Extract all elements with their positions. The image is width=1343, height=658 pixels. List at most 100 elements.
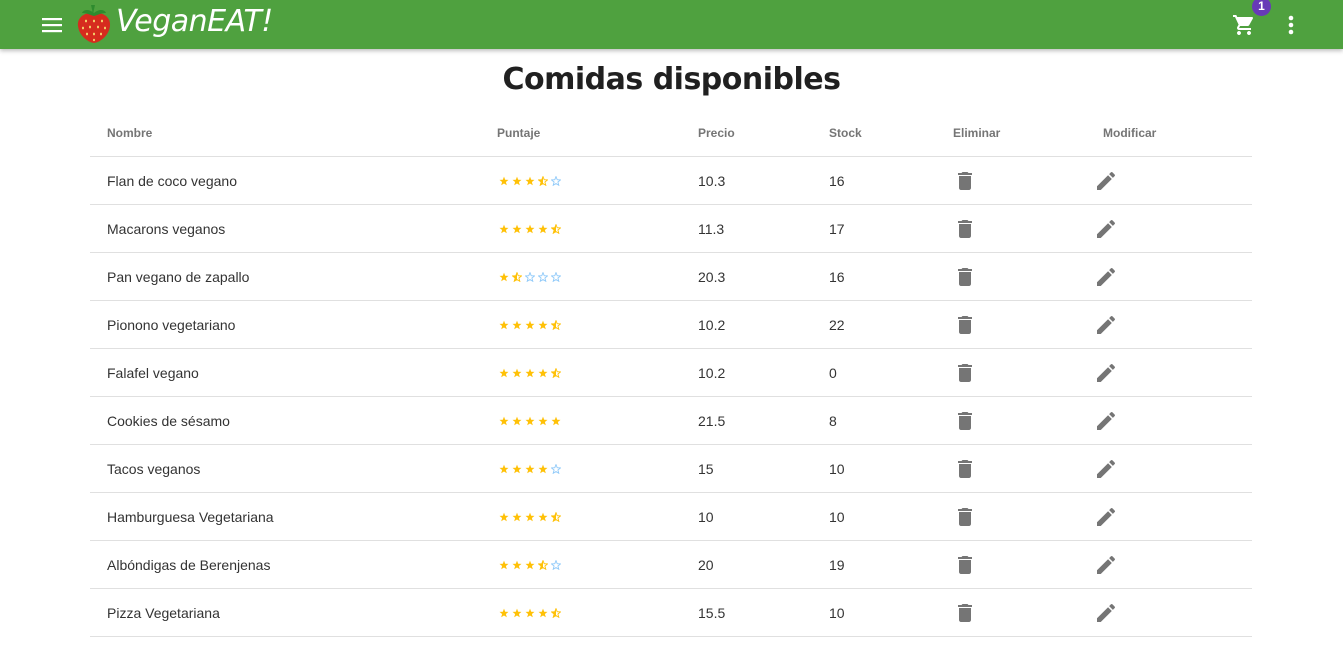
star-rating[interactable] <box>499 607 561 618</box>
star-rating[interactable] <box>499 559 561 570</box>
star-full-icon <box>525 512 535 521</box>
delete-cell <box>936 540 1086 589</box>
more-vert-icon[interactable] <box>1281 13 1301 37</box>
star-rating[interactable] <box>499 271 561 282</box>
edit-icon[interactable] <box>1094 505 1118 529</box>
table-row: Hamburguesa Vegetariana 10 10 <box>90 492 1252 541</box>
delete-cell <box>936 492 1086 541</box>
rating-cell <box>480 540 681 589</box>
header-delete: Eliminar <box>936 109 1086 157</box>
rating-cell <box>480 252 681 301</box>
food-price: 10 <box>681 492 812 541</box>
delete-cell <box>936 444 1086 493</box>
star-full-icon <box>538 464 548 473</box>
table-row: Cookies de sésamo 21.5 8 <box>90 396 1252 445</box>
delete-icon[interactable] <box>953 457 977 481</box>
table-row: Albóndigas de Berenjenas 20 19 <box>90 540 1252 589</box>
edit-icon[interactable] <box>1094 265 1118 289</box>
star-empty-icon <box>525 271 535 282</box>
star-full-icon <box>551 416 561 425</box>
food-name: Cookies de sésamo <box>90 396 480 445</box>
delete-cell <box>936 396 1086 445</box>
header-score[interactable]: Puntaje <box>480 109 681 157</box>
delete-icon[interactable] <box>953 313 977 337</box>
delete-icon[interactable] <box>953 409 977 433</box>
delete-icon[interactable] <box>953 169 977 193</box>
foods-table: Nombre Puntaje Precio Stock Eliminar Mod… <box>90 109 1252 637</box>
food-price: 10.2 <box>681 300 812 349</box>
star-rating[interactable] <box>499 367 561 378</box>
food-name: Pizza Vegetariana <box>90 588 480 637</box>
modify-cell <box>1086 300 1252 349</box>
cart-icon[interactable] <box>1231 13 1257 37</box>
edit-icon[interactable] <box>1094 169 1118 193</box>
star-half-icon <box>551 319 561 330</box>
star-rating[interactable] <box>499 416 561 426</box>
star-full-icon <box>499 560 509 569</box>
edit-icon[interactable] <box>1094 217 1118 241</box>
rating-cell <box>480 396 681 445</box>
delete-icon[interactable] <box>953 217 977 241</box>
delete-icon[interactable] <box>953 601 977 625</box>
food-stock: 8 <box>812 396 936 445</box>
table-row: Pionono vegetariano 10.2 22 <box>90 300 1252 349</box>
edit-icon[interactable] <box>1094 361 1118 385</box>
edit-icon[interactable] <box>1094 457 1118 481</box>
star-full-icon <box>512 176 522 185</box>
rating-cell <box>480 492 681 541</box>
delete-icon[interactable] <box>953 553 977 577</box>
star-rating[interactable] <box>499 511 561 522</box>
food-stock: 16 <box>812 252 936 301</box>
delete-icon[interactable] <box>953 265 977 289</box>
star-rating[interactable] <box>499 319 561 330</box>
star-full-icon <box>525 416 535 425</box>
star-full-icon <box>538 608 548 617</box>
star-empty-icon <box>551 271 561 282</box>
food-price: 10.2 <box>681 348 812 397</box>
edit-icon[interactable] <box>1094 409 1118 433</box>
star-full-icon <box>499 368 509 377</box>
star-full-icon <box>512 608 522 617</box>
star-full-icon <box>512 368 522 377</box>
star-half-icon <box>551 223 561 234</box>
rating-cell <box>480 348 681 397</box>
strawberry-logo-icon[interactable] <box>74 4 114 44</box>
star-empty-icon <box>551 175 561 186</box>
star-full-icon <box>525 608 535 617</box>
header-stock[interactable]: Stock <box>812 109 936 157</box>
header-price[interactable]: Precio <box>681 109 812 157</box>
page-title: Comidas disponibles <box>502 62 842 97</box>
food-price: 20 <box>681 540 812 589</box>
food-name: Macarons veganos <box>90 204 480 253</box>
edit-icon[interactable] <box>1094 601 1118 625</box>
rating-cell <box>480 204 681 253</box>
menu-icon[interactable] <box>40 14 64 36</box>
delete-icon[interactable] <box>953 505 977 529</box>
food-price: 21.5 <box>681 396 812 445</box>
star-full-icon <box>525 560 535 569</box>
food-stock: 17 <box>812 204 936 253</box>
star-empty-icon <box>551 463 561 474</box>
star-full-icon <box>538 368 548 377</box>
star-rating[interactable] <box>499 175 561 186</box>
star-rating[interactable] <box>499 463 561 474</box>
brand-name[interactable]: VeganEAT! <box>116 2 273 42</box>
delete-icon[interactable] <box>953 361 977 385</box>
edit-icon[interactable] <box>1094 313 1118 337</box>
star-full-icon <box>499 608 509 617</box>
edit-icon[interactable] <box>1094 553 1118 577</box>
modify-cell <box>1086 396 1252 445</box>
star-full-icon <box>512 464 522 473</box>
star-rating[interactable] <box>499 223 561 234</box>
food-price: 11.3 <box>681 204 812 253</box>
delete-cell <box>936 300 1086 349</box>
star-full-icon <box>512 512 522 521</box>
food-stock: 0 <box>812 348 936 397</box>
food-price: 10.3 <box>681 156 812 205</box>
header-name[interactable]: Nombre <box>90 109 480 157</box>
table-row: Macarons veganos 11.3 17 <box>90 204 1252 253</box>
star-full-icon <box>538 320 548 329</box>
star-full-icon <box>525 176 535 185</box>
food-stock: 10 <box>812 444 936 493</box>
rating-cell <box>480 156 681 205</box>
